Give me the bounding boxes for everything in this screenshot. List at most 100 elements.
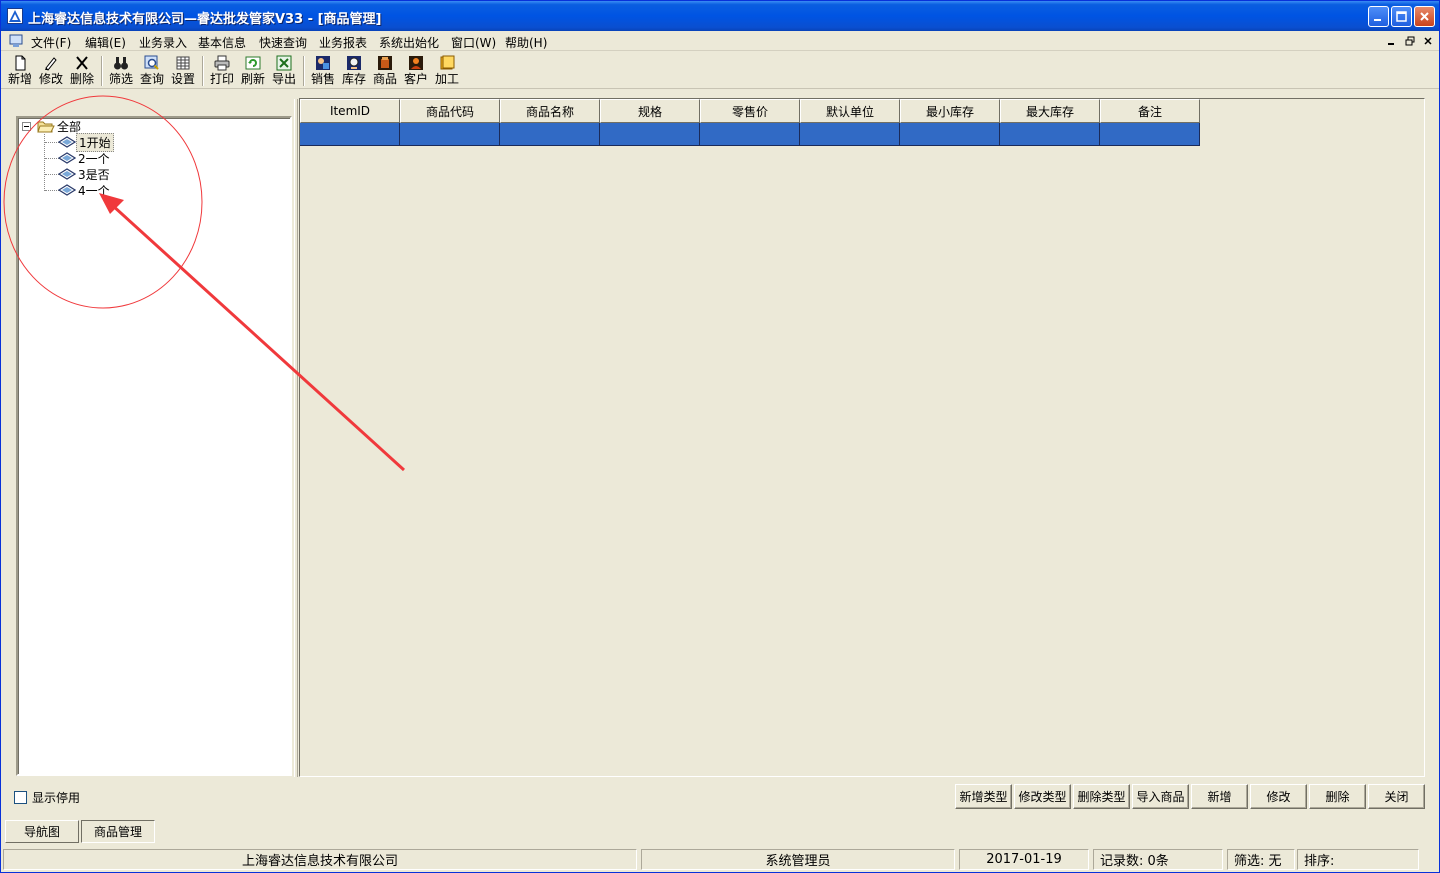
tree-node-label: 2一个 [78, 151, 110, 166]
toolbar-separator [303, 56, 305, 86]
table-row[interactable] [300, 123, 1200, 146]
table-cell[interactable] [300, 123, 400, 146]
column-header-retail-price[interactable]: 零售价 [700, 99, 800, 123]
tree-node-category[interactable]: 1开始 [58, 132, 114, 152]
document-icon[interactable] [8, 33, 24, 49]
table-cell[interactable] [900, 123, 1000, 146]
app-icon [7, 8, 23, 24]
toolbar-edit-button[interactable]: 修改 [36, 54, 66, 88]
column-header-code[interactable]: 商品代码 [400, 99, 500, 123]
toolbar-label: 新增 [7, 72, 32, 86]
edit-icon [45, 57, 57, 71]
toolbar-label: 查询 [139, 72, 164, 86]
column-header-max-stock[interactable]: 最大库存 [1000, 99, 1100, 123]
table-cell[interactable] [700, 123, 800, 146]
column-header-min-stock[interactable]: 最小库存 [900, 99, 1000, 123]
toolbar-customer-button[interactable]: 客户 [401, 54, 431, 88]
toolbar-query-button[interactable]: 查询 [137, 54, 167, 88]
toolbar-label: 加工 [434, 72, 459, 86]
tree-connector [45, 158, 59, 159]
toolbar-export-button[interactable]: 导出 [269, 54, 299, 88]
category-icon [58, 152, 76, 164]
menu-business-entry[interactable]: 业务录入 [139, 34, 187, 51]
category-tree[interactable]: 全部 1开始 2一个 3是否 4一个 [16, 116, 292, 776]
add-button[interactable]: 新增 [1191, 784, 1248, 809]
mdi-minimize-button[interactable] [1384, 34, 1400, 48]
status-date: 2017-01-19 [959, 849, 1089, 870]
tree-node-category[interactable]: 3是否 [58, 166, 112, 182]
column-header-default-unit[interactable]: 默认单位 [800, 99, 900, 123]
column-header-itemid[interactable]: ItemID [300, 99, 400, 123]
table-cell[interactable] [600, 123, 700, 146]
toolbar-filter-button[interactable]: 筛选 [106, 54, 136, 88]
menu-help[interactable]: 帮助(H) [505, 34, 547, 51]
search-icon [144, 55, 159, 70]
main-window: 上海睿达信息技术有限公司—睿达批发管家V33 - [商品管理] 文件(F) 编辑… [0, 0, 1440, 873]
toolbar-refresh-button[interactable]: 刷新 [238, 54, 268, 88]
menu-system-init[interactable]: 系统出始化 [379, 34, 439, 51]
menu-basic-info[interactable]: 基本信息 [198, 34, 246, 51]
tab-navigation[interactable]: 导航图 [5, 820, 79, 843]
delete-icon [76, 56, 88, 70]
delete-type-button[interactable]: 删除类型 [1073, 784, 1130, 809]
title-bar[interactable]: 上海睿达信息技术有限公司—睿达批发管家V33 - [商品管理] [1, 1, 1439, 31]
tree-node-category[interactable]: 2一个 [58, 150, 112, 166]
toolbar-label: 导出 [271, 72, 296, 86]
show-disabled-checkbox[interactable] [14, 791, 27, 804]
toolbar-label: 修改 [38, 72, 63, 86]
menu-window[interactable]: 窗口(W) [451, 34, 496, 51]
close-button[interactable] [1414, 6, 1435, 27]
mdi-close-button[interactable] [1420, 34, 1436, 48]
status-sort: 排序: [1297, 849, 1419, 870]
toolbar-label: 客户 [403, 72, 428, 86]
toolbar-process-button[interactable]: 加工 [432, 54, 462, 88]
new-file-icon [15, 55, 26, 71]
add-type-button[interactable]: 新增类型 [955, 784, 1012, 809]
window-title: 上海睿达信息技术有限公司—睿达批发管家V33 - [商品管理] [28, 12, 382, 27]
toolbar-delete-button[interactable]: 删除 [67, 54, 97, 88]
menu-quick-query[interactable]: 快速查询 [259, 34, 307, 51]
table-cell[interactable] [500, 123, 600, 146]
toolbar-label: 刷新 [240, 72, 265, 86]
collapse-icon [24, 126, 29, 127]
delete-button[interactable]: 删除 [1309, 784, 1366, 809]
table-cell[interactable] [800, 123, 900, 146]
minimize-button[interactable] [1368, 6, 1389, 27]
table-cell[interactable] [400, 123, 500, 146]
customer-icon [409, 56, 423, 70]
product-icon [378, 56, 392, 70]
mdi-restore-button[interactable] [1402, 34, 1418, 48]
menu-edit[interactable]: 编辑(E) [85, 34, 126, 51]
table-cell[interactable] [1100, 123, 1200, 146]
column-header-remarks[interactable]: 备注 [1100, 99, 1200, 123]
tree-expander-root[interactable] [22, 122, 31, 131]
edit-button[interactable]: 修改 [1250, 784, 1307, 809]
tree-node-category[interactable]: 4一个 [58, 182, 112, 198]
toolbar-new-button[interactable]: 新增 [5, 54, 35, 88]
tree-connector [45, 142, 59, 143]
menu-file[interactable]: 文件(F) [31, 34, 71, 51]
toolbar-print-button[interactable]: 打印 [207, 54, 237, 88]
column-header-name[interactable]: 商品名称 [500, 99, 600, 123]
category-icon [58, 184, 76, 196]
toolbar-sales-button[interactable]: 销售 [308, 54, 338, 88]
toolbar-label: 筛选 [108, 72, 133, 86]
menu-business-reports[interactable]: 业务报表 [319, 34, 367, 51]
close-form-button[interactable]: 关闭 [1368, 784, 1425, 809]
show-disabled-toggle[interactable]: 显示停用 [14, 789, 80, 806]
table-cell[interactable] [1000, 123, 1100, 146]
panel-splitter[interactable] [294, 99, 298, 777]
edit-type-button[interactable]: 修改类型 [1014, 784, 1071, 809]
product-grid[interactable]: ItemID 商品代码 商品名称 规格 零售价 默认单位 最小库存 最大库存 备… [299, 98, 1425, 777]
tab-product-management[interactable]: 商品管理 [81, 820, 155, 843]
category-icon [58, 168, 76, 180]
maximize-button[interactable] [1391, 6, 1412, 27]
tree-node-label: 4一个 [78, 183, 110, 198]
import-products-button[interactable]: 导入商品 [1132, 784, 1189, 809]
tree-connector [45, 190, 59, 191]
toolbar-product-button[interactable]: 商品 [370, 54, 400, 88]
toolbar-settings-button[interactable]: 设置 [168, 54, 198, 88]
toolbar-inventory-button[interactable]: 库存 [339, 54, 369, 88]
column-header-spec[interactable]: 规格 [600, 99, 700, 123]
status-bar: 上海睿达信息技术有限公司 系统管理员 2017-01-19 记录数: 0条 筛选… [1, 847, 1439, 871]
